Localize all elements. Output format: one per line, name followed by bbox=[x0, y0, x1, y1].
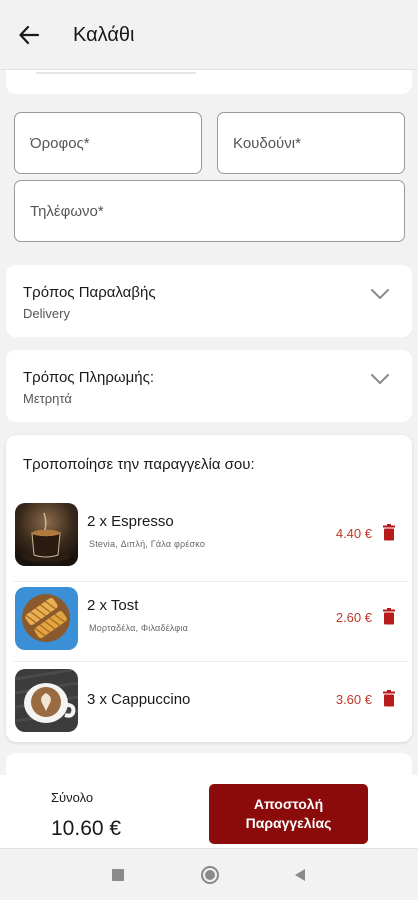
divider bbox=[14, 661, 408, 662]
doorbell-input[interactable] bbox=[218, 113, 404, 173]
arrow-left-icon bbox=[19, 25, 40, 45]
list-item[interactable]: 2 x Espresso Stevia, Διπλή, Γάλα φρέσκο … bbox=[6, 497, 412, 577]
pickup-method-select[interactable]: Τρόπος Παραλαβής Delivery bbox=[6, 265, 412, 337]
order-card: Τροποποίησε την παραγγελία σου: 2 x Espr… bbox=[6, 435, 412, 742]
item-extras: Μορταδέλα, Φιλαδέλφια bbox=[89, 623, 189, 633]
item-extras: Stevia, Διπλή, Γάλα φρέσκο bbox=[89, 539, 206, 549]
floor-field[interactable] bbox=[14, 112, 202, 174]
system-nav-bar bbox=[0, 848, 418, 900]
doorbell-field[interactable] bbox=[217, 112, 405, 174]
circle-icon bbox=[201, 866, 219, 884]
pickup-method-value: Delivery bbox=[23, 306, 70, 321]
payment-method-select[interactable]: Τρόπος Πληρωμής: Μετρητά bbox=[6, 350, 412, 422]
floor-input[interactable] bbox=[15, 113, 201, 173]
total-label: Σύνολο bbox=[51, 790, 94, 805]
order-title: Τροποποίησε την παραγγελία σου: bbox=[23, 456, 255, 473]
list-item[interactable]: 3 x Cappuccino 3.60 € bbox=[6, 663, 412, 743]
submit-order-label: Αποστολή Παραγγελίας bbox=[245, 796, 332, 831]
item-name: 3 x Cappuccino bbox=[87, 691, 191, 708]
phone-input[interactable] bbox=[15, 181, 404, 241]
chevron-down-icon bbox=[371, 289, 389, 299]
home-button[interactable] bbox=[200, 865, 220, 885]
payment-method-value: Μετρητά bbox=[23, 391, 72, 406]
page-title: Καλάθι bbox=[73, 24, 135, 46]
payment-method-label: Τρόπος Πληρωμής: bbox=[23, 369, 155, 386]
espresso-image bbox=[15, 503, 78, 566]
phone-field[interactable] bbox=[14, 180, 405, 242]
item-price: 3.60 € bbox=[335, 692, 372, 707]
divider bbox=[36, 72, 196, 74]
trash-icon[interactable] bbox=[382, 524, 396, 541]
cappuccino-image bbox=[15, 669, 78, 732]
item-price: 4.40 € bbox=[335, 526, 372, 541]
triangle-back-icon bbox=[295, 869, 305, 881]
list-item[interactable]: 2 x Tost Μορταδέλα, Φιλαδέλφια 2.60 € bbox=[6, 581, 412, 661]
system-back-button[interactable] bbox=[290, 865, 310, 885]
recent-apps-button[interactable] bbox=[108, 865, 128, 885]
checkout-footer: Σύνολο 10.60 € Αποστολή Παραγγελίας bbox=[0, 775, 418, 848]
item-price: 2.60 € bbox=[335, 610, 372, 625]
chevron-down-icon bbox=[371, 374, 389, 384]
tost-image bbox=[15, 587, 78, 650]
total-value: 10.60 € bbox=[51, 817, 122, 840]
app-bar: Καλάθι bbox=[0, 0, 418, 70]
item-name: 2 x Tost bbox=[87, 597, 139, 614]
pickup-method-label: Τρόπος Παραλαβής bbox=[23, 284, 156, 301]
item-name: 2 x Espresso bbox=[87, 513, 174, 530]
trash-icon[interactable] bbox=[382, 608, 396, 625]
back-button[interactable] bbox=[14, 20, 44, 50]
address-card-top bbox=[6, 70, 412, 94]
square-icon bbox=[112, 869, 124, 881]
trash-icon[interactable] bbox=[382, 690, 396, 707]
submit-order-button[interactable]: Αποστολή Παραγγελίας bbox=[209, 784, 368, 844]
